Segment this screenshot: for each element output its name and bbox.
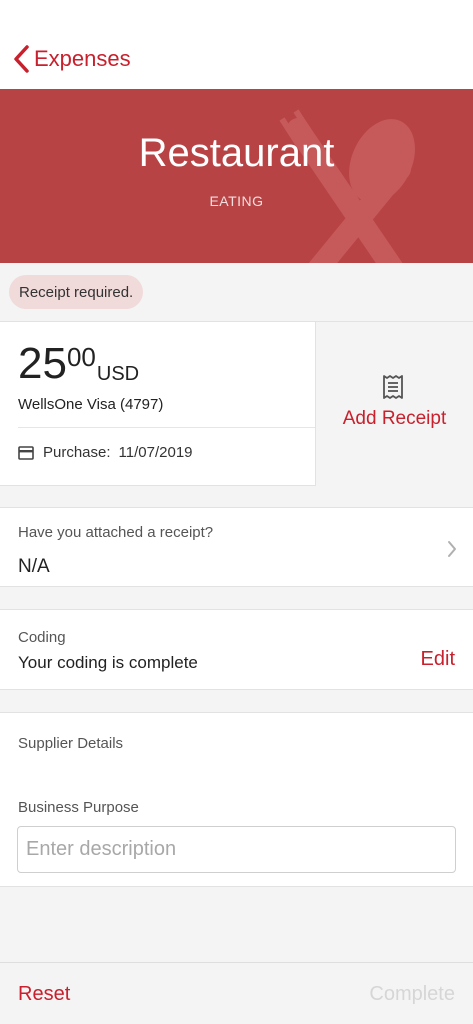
coding-status: Your coding is complete bbox=[18, 653, 198, 672]
alert-row: Receipt required. bbox=[0, 263, 473, 322]
amount-integer: 25 bbox=[18, 339, 67, 388]
business-purpose-label: Business Purpose bbox=[18, 799, 139, 816]
category-header: Restaurant EATING bbox=[0, 89, 473, 263]
credit-card-icon bbox=[18, 445, 34, 460]
complete-button[interactable]: Complete bbox=[369, 983, 455, 1006]
card-name: WellsOne Visa (4797) bbox=[18, 396, 164, 413]
chevron-left-icon bbox=[14, 45, 29, 73]
back-label: Expenses bbox=[34, 46, 131, 71]
category-title: Restaurant bbox=[138, 131, 335, 175]
edit-coding-button[interactable]: Edit bbox=[421, 648, 455, 671]
add-receipt-button[interactable]: Add Receipt bbox=[315, 322, 473, 486]
details-section: Supplier Details Business Purpose bbox=[0, 712, 473, 887]
amount: 25 00 USD bbox=[18, 342, 139, 386]
purchase-date: 11/07/2019 bbox=[118, 444, 193, 461]
chevron-right-icon bbox=[448, 541, 456, 557]
bottom-action-bar: Reset Complete bbox=[0, 962, 473, 1024]
business-purpose-input[interactable] bbox=[17, 826, 456, 873]
coding-section: Coding Your coding is complete Edit bbox=[0, 609, 473, 690]
coding-label: Coding bbox=[18, 629, 66, 646]
receipt-question-value: N/A bbox=[18, 556, 50, 577]
category-subtitle: EATING bbox=[209, 193, 264, 209]
back-button[interactable]: Expenses bbox=[12, 42, 131, 76]
receipt-attached-row[interactable]: Have you attached a receipt? N/A bbox=[0, 507, 473, 587]
amount-currency: USD bbox=[96, 363, 140, 385]
purchase-date-row: Purchase: 11/07/2019 bbox=[18, 444, 193, 461]
transaction-card: 25 00 USD WellsOne Visa (4797) Purchase:… bbox=[0, 322, 473, 486]
amount-decimal: 00 bbox=[66, 342, 96, 372]
receipt-question-label: Have you attached a receipt? bbox=[18, 524, 214, 541]
transaction-details: 25 00 USD WellsOne Visa (4797) Purchase:… bbox=[0, 322, 315, 486]
receipt-icon bbox=[383, 375, 403, 399]
add-receipt-label: Add Receipt bbox=[342, 408, 447, 429]
reset-button[interactable]: Reset bbox=[18, 983, 70, 1006]
supplier-details-label: Supplier Details bbox=[18, 735, 124, 752]
receipt-required-badge: Receipt required. bbox=[9, 275, 144, 309]
top-nav-bar: Expenses bbox=[0, 0, 473, 89]
purchase-label: Purchase: bbox=[43, 444, 111, 461]
divider bbox=[18, 427, 315, 428]
